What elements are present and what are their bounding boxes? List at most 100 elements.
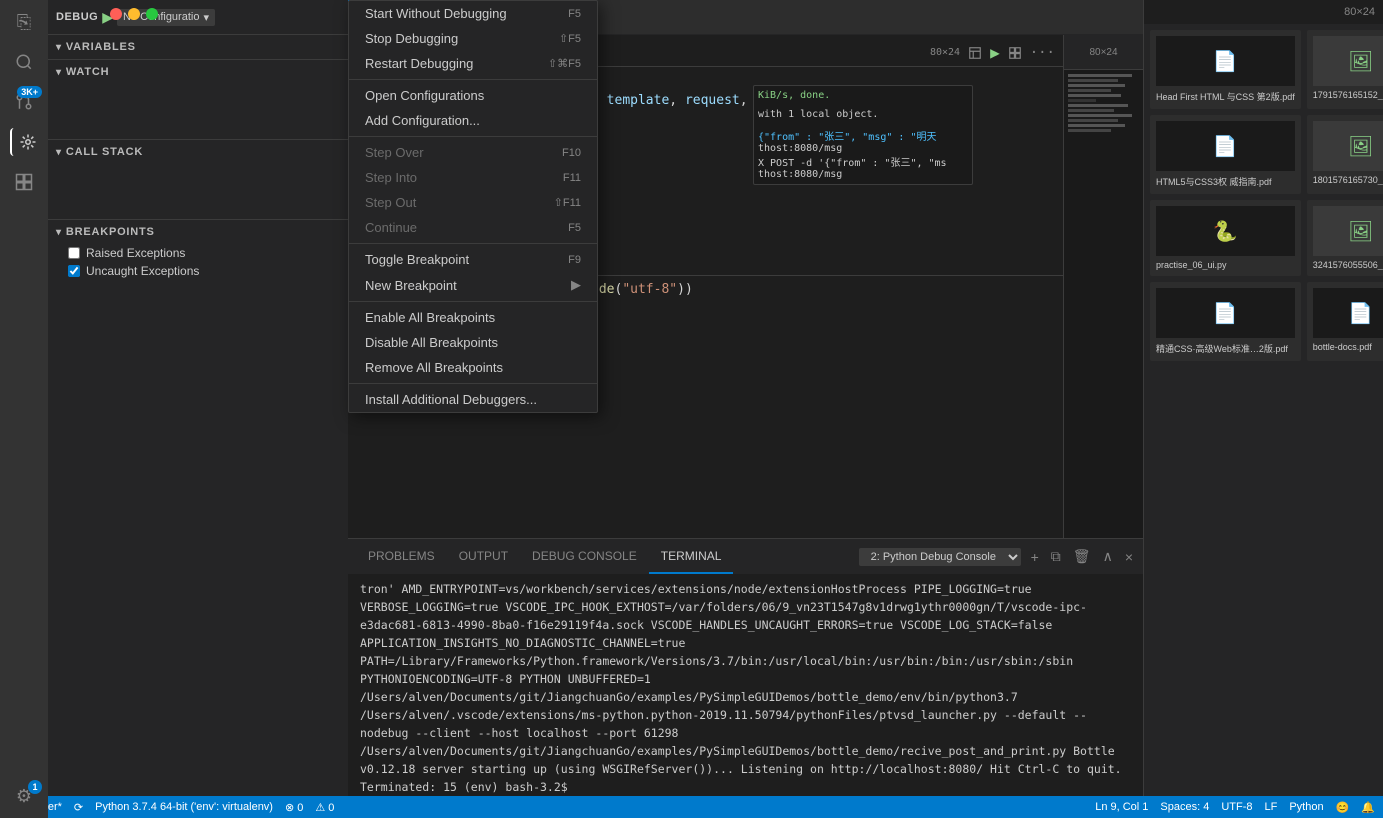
activity-search-icon[interactable] — [10, 48, 38, 76]
file-thumbnails: 📄 Head First HTML 与CSS 第2版.pdf 🖼 1791576… — [1144, 24, 1383, 367]
terminal-chevron-up-button[interactable]: ∧ — [1101, 546, 1115, 567]
thumbnail-jpg2[interactable]: 🖼 1801576165730_pic.jpg — [1307, 115, 1383, 194]
terminal-tab-problems[interactable]: PROBLEMS — [356, 539, 447, 574]
thumbnail-css-label: 精通CSS·高级Web标准…2版.pdf — [1156, 342, 1295, 355]
menu-item-enable-all-breakpoints[interactable]: Enable All Breakpoints — [349, 305, 597, 330]
status-python-label: Python 3.7.4 64-bit ('env': virtualenv) — [95, 801, 273, 813]
status-bell[interactable]: 🔔 — [1361, 801, 1375, 814]
menu-item-label: Add Configuration... — [365, 113, 480, 128]
menu-item-step-out: Step Out⇧F11 — [349, 190, 597, 215]
raised-exceptions-checkbox[interactable] — [68, 247, 80, 259]
menu-item-add-configuration[interactable]: Add Configuration... — [349, 108, 597, 133]
status-sync[interactable]: ⟳ — [74, 801, 83, 814]
menu-item-disable-all-breakpoints[interactable]: Disable All Breakpoints — [349, 330, 597, 355]
watch-label: WATCH — [66, 66, 110, 78]
variables-section: ▾ VARIABLES — [48, 35, 348, 60]
terminal-console-select[interactable]: 2: Python Debug Console — [859, 548, 1021, 566]
menu-item-label: Install Additional Debuggers... — [365, 392, 537, 407]
status-python[interactable]: Python 3.7.4 64-bit ('env': virtualenv) — [95, 801, 273, 813]
window-close-button[interactable] — [110, 8, 122, 20]
menu-item-restart-debugging[interactable]: Restart Debugging⇧⌘F5 — [349, 51, 597, 76]
menu-divider — [349, 79, 597, 80]
terminal-trash-button[interactable]: 🗑 — [1071, 546, 1093, 567]
terminal-add-button[interactable]: + — [1029, 547, 1041, 567]
status-warnings-label: ⚠ 0 — [315, 801, 334, 814]
terminal-tab-terminal[interactable]: TERMINAL — [649, 539, 734, 574]
minimap-header: 80×24 — [1064, 35, 1143, 70]
variables-chevron-icon: ▾ — [56, 42, 62, 53]
breakpoints-chevron-icon: ▾ — [56, 227, 62, 238]
variables-label: VARIABLES — [66, 41, 136, 53]
terminal-split-button[interactable]: ⧉ — [1049, 546, 1063, 567]
terminal-tab-output[interactable]: OUTPUT — [447, 539, 520, 574]
activity-extensions-icon[interactable] — [10, 168, 38, 196]
output-tab-label: OUTPUT — [459, 549, 508, 563]
status-language[interactable]: Python — [1289, 801, 1323, 813]
editor-more-button[interactable]: ··· — [1030, 45, 1055, 61]
thumbnail-html-label: Head First HTML 与CSS 第2版.pdf — [1156, 90, 1295, 103]
menu-item-label: Continue — [365, 220, 417, 235]
watch-header[interactable]: ▾ WATCH — [48, 60, 348, 84]
menu-divider — [349, 136, 597, 137]
status-bell-icon: 🔔 — [1361, 801, 1375, 814]
menu-divider — [349, 383, 597, 384]
status-feedback[interactable]: 😊 — [1336, 801, 1350, 814]
debug-label: DEBUG — [56, 11, 98, 23]
editor-run-button[interactable]: ▶ — [990, 43, 1000, 62]
status-warnings[interactable]: ⚠ 0 — [315, 801, 334, 814]
terminal-text: tron' AMD_ENTRYPOINT=vs/workbench/servic… — [360, 580, 1131, 796]
menu-item-install-additional-debuggers[interactable]: Install Additional Debuggers... — [349, 387, 597, 412]
thumbnail-jpg1[interactable]: 🖼 1791576165152_pic.jpg — [1307, 30, 1383, 109]
problems-tab-label: PROBLEMS — [368, 549, 435, 563]
status-encoding[interactable]: UTF-8 — [1221, 801, 1252, 813]
variables-header[interactable]: ▾ VARIABLES — [48, 35, 348, 59]
status-encoding-label: UTF-8 — [1221, 801, 1252, 813]
callstack-header[interactable]: ▾ CALL STACK — [48, 140, 348, 164]
thumbnail-py-label: practise_06_ui.py — [1156, 260, 1295, 270]
thumbnail-bottle-pdf[interactable]: 📄 bottle-docs.pdf — [1307, 282, 1383, 361]
menu-shortcut: F10 — [562, 147, 581, 159]
app-container: ⎘ 3K+ ⚙ — [0, 0, 1383, 818]
menu-item-label: Remove All Breakpoints — [365, 360, 503, 375]
activity-sourcecontrol-icon[interactable]: 3K+ — [10, 88, 38, 116]
terminal-content[interactable]: tron' AMD_ENTRYPOINT=vs/workbench/servic… — [348, 574, 1143, 818]
menu-item-open-configurations[interactable]: Open Configurations — [349, 83, 597, 108]
terminal-tab-debug-console[interactable]: DEBUG CONSOLE — [520, 539, 649, 574]
menu-item-remove-all-breakpoints[interactable]: Remove All Breakpoints — [349, 355, 597, 380]
raised-exceptions-item: Raised Exceptions — [48, 244, 348, 262]
uncaught-exceptions-item: Uncaught Exceptions — [48, 262, 348, 280]
thumbnail-jpg3[interactable]: 🖼 3241576055506_pic.jpg — [1307, 200, 1383, 276]
status-errors[interactable]: ⊗ 0 — [285, 801, 303, 814]
activity-debug-icon[interactable] — [10, 128, 38, 156]
raised-exceptions-label: Raised Exceptions — [86, 246, 185, 260]
window-controls — [110, 8, 158, 20]
status-line-col[interactable]: Ln 9, Col 1 — [1095, 801, 1148, 813]
breakpoints-header[interactable]: ▾ BREAKPOINTS — [48, 220, 348, 244]
uncaught-exceptions-label: Uncaught Exceptions — [86, 264, 199, 278]
menu-item-new-breakpoint[interactable]: New Breakpoint▶ — [349, 272, 597, 298]
status-language-label: Python — [1289, 801, 1323, 813]
uncaught-exceptions-checkbox[interactable] — [68, 265, 80, 277]
status-spaces[interactable]: Spaces: 4 — [1160, 801, 1209, 813]
status-bar: master* ⟳ Python 3.7.4 64-bit ('env': vi… — [0, 796, 1383, 818]
callstack-chevron-icon: ▾ — [56, 147, 62, 158]
menu-item-toggle-breakpoint[interactable]: Toggle BreakpointF9 — [349, 247, 597, 272]
window-minimize-button[interactable] — [128, 8, 140, 20]
activity-explorer-icon[interactable]: ⎘ — [10, 8, 38, 36]
menu-item-start-without-debugging[interactable]: Start Without DebuggingF5 — [349, 1, 597, 26]
settings-icon-wrapper: ⚙ 1 — [10, 782, 38, 810]
thumbnail-html5-pdf[interactable]: 📄 HTML5与CSS3权 威指南.pdf — [1150, 115, 1301, 194]
menu-item-stop-debugging[interactable]: Stop Debugging⇧F5 — [349, 26, 597, 51]
terminal-close-button[interactable]: × — [1123, 547, 1135, 567]
status-line-ending[interactable]: LF — [1265, 801, 1278, 813]
context-menu: Start Without DebuggingF5Stop Debugging⇧… — [348, 0, 598, 413]
thumbnail-py[interactable]: 🐍 practise_06_ui.py — [1150, 200, 1301, 276]
breakpoints-label: BREAKPOINTS — [66, 226, 155, 238]
thumbnail-html-css-pdf[interactable]: 📄 Head First HTML 与CSS 第2版.pdf — [1150, 30, 1301, 109]
menu-shortcut: F11 — [563, 172, 581, 184]
thumbnail-css-pdf[interactable]: 📄 精通CSS·高级Web标准…2版.pdf — [1150, 282, 1301, 361]
menu-shortcut: F9 — [568, 254, 581, 266]
menu-item-step-into: Step IntoF11 — [349, 165, 597, 190]
window-maximize-button[interactable] — [146, 8, 158, 20]
menu-item-step-over: Step OverF10 — [349, 140, 597, 165]
